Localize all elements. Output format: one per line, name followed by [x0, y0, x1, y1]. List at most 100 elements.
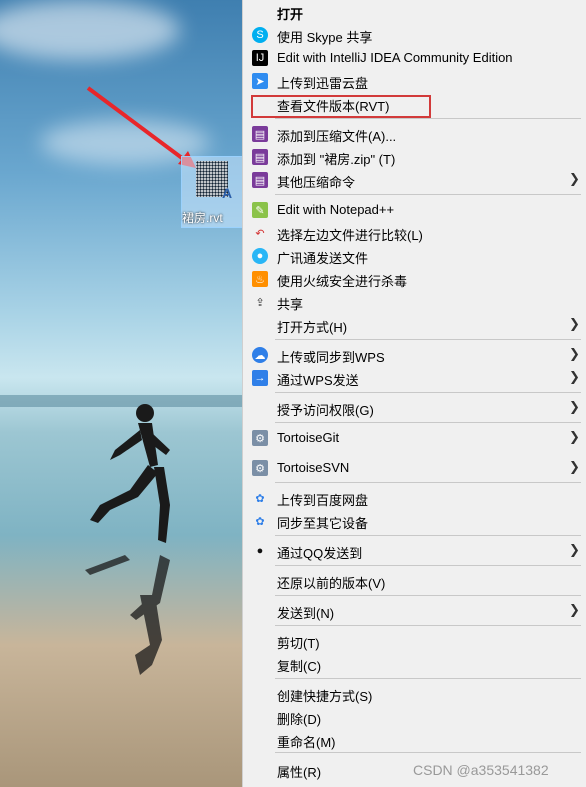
menu-item-label: 广讯通发送文件 — [277, 251, 369, 266]
menu-item-label: 授予访问权限(G) — [277, 403, 374, 418]
menu-item[interactable]: 打开方式(H) ❯ — [243, 314, 586, 336]
menu-item[interactable]: 删除(D) — [243, 706, 586, 728]
menu-separator — [275, 752, 581, 753]
menu-separator — [275, 118, 581, 119]
wps-cloud-icon: ☁ — [252, 347, 268, 363]
menu-item-label: 同步至其它设备 — [277, 516, 369, 531]
menu-item-label: 打开 — [277, 7, 304, 22]
menu-item[interactable]: IJ Edit with IntelliJ IDEA Community Edit… — [243, 47, 586, 69]
menu-item[interactable]: ♨ 使用火绒安全进行杀毒 — [243, 268, 586, 290]
menu-item[interactable]: 重命名(M) — [243, 729, 586, 751]
menu-item-label: 其他压缩命令 — [277, 175, 356, 190]
menu-separator — [275, 482, 581, 483]
menu-item[interactable]: ✎ Edit with Notepad++ — [243, 199, 586, 221]
menu-item[interactable]: 剪切(T) — [243, 630, 586, 652]
menu-item[interactable]: ⚙ TortoiseGit ❯ — [243, 427, 586, 449]
menu-item[interactable]: ➤ 上传到迅雷云盘 — [243, 70, 586, 92]
submenu-chevron-icon: ❯ — [569, 399, 580, 414]
menu-item-label: Edit with IntelliJ IDEA Community Editio… — [277, 50, 513, 65]
menu-item-label: TortoiseGit — [277, 430, 340, 445]
baidu-icon: ✿ — [255, 492, 265, 505]
menu-item-label: Edit with Notepad++ — [277, 202, 395, 217]
guangxun-icon: ● — [252, 248, 268, 264]
menu-separator — [275, 625, 581, 626]
menu-item[interactable]: ▤ 其他压缩命令 ❯ — [243, 169, 586, 191]
menu-item-label: 上传到迅雷云盘 — [277, 76, 369, 91]
winrar-icon: ▤ — [252, 149, 268, 165]
menu-item-label: 使用 Skype 共享 — [277, 30, 373, 45]
submenu-chevron-icon: ❯ — [569, 542, 580, 557]
menu-separator — [275, 194, 581, 195]
menu-item-label: 共享 — [277, 297, 304, 312]
menu-item-label: 删除(D) — [277, 712, 322, 727]
menu-item[interactable]: ▤ 添加到压缩文件(A)... — [243, 123, 586, 145]
tortoisegit-icon: ⚙ — [252, 430, 268, 446]
menu-item-label: 添加到 "裙房.zip" (T) — [277, 152, 396, 167]
menu-item-label: 上传到百度网盘 — [277, 493, 369, 508]
menu-separator — [275, 392, 581, 393]
intellij-icon: IJ — [252, 50, 268, 66]
revit-badge-icon: A — [222, 185, 233, 201]
menu-separator — [275, 678, 581, 679]
menu-item-label: 打开方式(H) — [277, 320, 348, 335]
menu-item[interactable]: 复制(C) — [243, 653, 586, 675]
menu-item[interactable]: ↶ 选择左边文件进行比较(L) — [243, 222, 586, 244]
highlight-box-annotation — [251, 95, 431, 118]
menu-item[interactable]: → 通过WPS发送 ❯ — [243, 367, 586, 389]
winrar-icon: ▤ — [252, 172, 268, 188]
menu-item[interactable]: 打开 — [243, 1, 586, 23]
selected-file-icon[interactable]: A 裙房.rvt — [181, 156, 245, 228]
submenu-chevron-icon: ❯ — [569, 369, 580, 384]
menu-item[interactable]: ✿ 同步至其它设备 — [243, 510, 586, 532]
submenu-chevron-icon: ❯ — [569, 346, 580, 361]
menu-item-label: 剪切(T) — [277, 636, 320, 651]
menu-item-label: 重命名(M) — [277, 735, 336, 750]
menu-item-label: 上传或同步到WPS — [277, 350, 385, 365]
notepad-icon: ✎ — [252, 202, 268, 218]
submenu-chevron-icon: ❯ — [569, 602, 580, 617]
qq-icon: ● — [256, 545, 264, 557]
menu-item[interactable]: ⇪ 共享 — [243, 291, 586, 313]
xunlei-icon: ➤ — [252, 73, 268, 89]
menu-item[interactable]: 创建快捷方式(S) — [243, 683, 586, 705]
compare-icon: ↶ — [255, 227, 265, 240]
menu-separator — [275, 595, 581, 596]
menu-item[interactable]: ⚙ TortoiseSVN ❯ — [243, 457, 586, 479]
huorong-icon: ♨ — [252, 271, 268, 287]
menu-item[interactable]: ● 通过QQ发送到 ❯ — [243, 540, 586, 562]
watermark: CSDN @a353541382 — [413, 762, 549, 778]
menu-item[interactable]: ✿ 上传到百度网盘 — [243, 487, 586, 509]
menu-item-label: 添加到压缩文件(A)... — [277, 129, 397, 144]
menu-separator — [275, 565, 581, 566]
submenu-chevron-icon: ❯ — [569, 171, 580, 186]
menu-item[interactable]: S 使用 Skype 共享 — [243, 24, 586, 46]
menu-item-label: 复制(C) — [277, 659, 322, 674]
menu-item[interactable]: ☁ 上传或同步到WPS ❯ — [243, 344, 586, 366]
winrar-icon: ▤ — [252, 126, 268, 142]
context-menu: 打开 S 使用 Skype 共享 IJ Edit with IntelliJ IDEA … — [242, 0, 586, 787]
tortoisesvn-icon: ⚙ — [252, 460, 268, 476]
menu-item-label: 使用火绒安全进行杀毒 — [277, 274, 408, 289]
menu-item[interactable]: 发送到(N) ❯ — [243, 600, 586, 622]
wps-send-icon: → — [252, 370, 268, 386]
menu-item[interactable]: 授予访问权限(G) ❯ — [243, 397, 586, 419]
menu-item-label: 发送到(N) — [277, 606, 335, 621]
menu-item-label: TortoiseSVN — [277, 460, 350, 475]
menu-item-label: 还原以前的版本(V) — [277, 576, 386, 591]
menu-item[interactable]: 还原以前的版本(V) — [243, 570, 586, 592]
submenu-chevron-icon: ❯ — [569, 429, 580, 444]
menu-item-label: 通过WPS发送 — [277, 373, 359, 388]
skype-icon: S — [252, 27, 268, 43]
menu-separator — [275, 339, 581, 340]
runner-silhouette — [85, 404, 170, 675]
menu-item[interactable]: ▤ 添加到 "裙房.zip" (T) — [243, 146, 586, 168]
share-icon: ⇪ — [255, 296, 265, 309]
submenu-chevron-icon: ❯ — [569, 316, 580, 331]
baidu-icon: ✿ — [255, 515, 265, 528]
menu-separator — [275, 535, 581, 536]
menu-item[interactable]: ● 广讯通发送文件 — [243, 245, 586, 267]
menu-item-label: 选择左边文件进行比较(L) — [277, 228, 423, 243]
menu-item-label: 属性(R) — [277, 765, 322, 780]
submenu-chevron-icon: ❯ — [569, 459, 580, 474]
menu-item-label: 通过QQ发送到 — [277, 546, 363, 561]
